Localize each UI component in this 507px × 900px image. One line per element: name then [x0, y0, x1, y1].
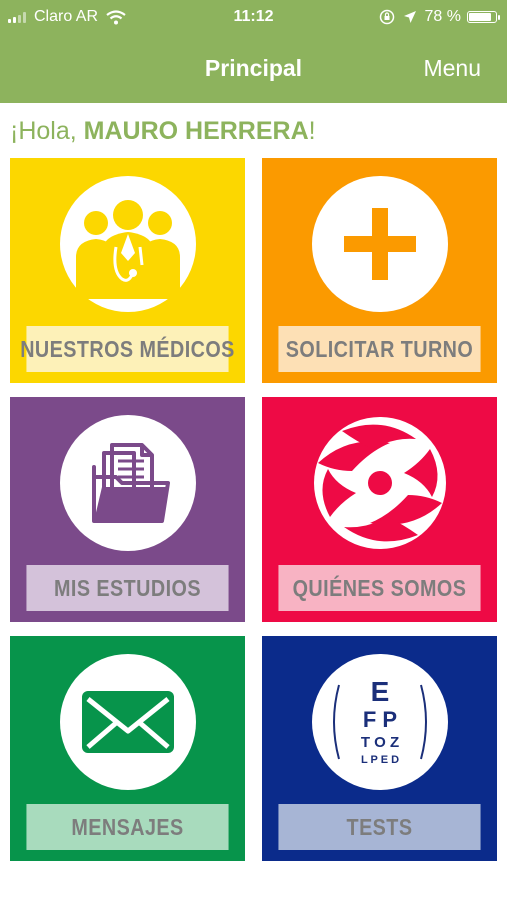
status-bar: Claro AR 11:12 78 % — [0, 0, 507, 36]
tile-label: NUESTROS MÉDICOS — [20, 326, 234, 372]
eye-chart-row-3: T O Z — [360, 734, 398, 751]
greeting-suffix: ! — [308, 117, 316, 145]
greeting-prefix: ¡Hola, — [10, 117, 84, 145]
tile-solicitar-turno[interactable]: SOLICITAR TURNO — [262, 158, 497, 383]
tile-label: MIS ESTUDIOS — [26, 565, 229, 611]
tile-icon-circle: E F P T O Z L P E D — [311, 654, 448, 790]
tile-icon-circle — [59, 415, 196, 551]
location-arrow-icon — [403, 11, 416, 23]
tile-label: QUIÉNES SOMOS — [278, 565, 481, 611]
app-header: Claro AR 11:12 78 % Principal Menu — [0, 0, 507, 103]
tile-label: MENSAJES — [26, 804, 229, 850]
eye-chart-row-1: E — [370, 676, 389, 707]
battery-level-fill — [469, 13, 491, 21]
tile-nuestros-medicos[interactable]: NUESTROS MÉDICOS — [10, 158, 245, 383]
greeting: ¡Hola, MAURO HERRERA! — [10, 117, 316, 146]
doctors-icon — [75, 200, 180, 299]
tile-label: TESTS — [278, 804, 481, 850]
eye-chart-icon: E F P T O Z L P E D — [332, 676, 427, 766]
plus-icon — [343, 208, 416, 280]
tile-mis-estudios[interactable]: MIS ESTUDIOS — [10, 397, 245, 622]
menu-button[interactable]: Menu — [423, 55, 481, 82]
tile-label: SOLICITAR TURNO — [278, 326, 481, 372]
folder-icon — [91, 443, 170, 523]
battery-icon — [467, 11, 500, 23]
eye-chart-row-4: L P E D — [360, 754, 398, 766]
status-right: 78 % — [379, 8, 500, 26]
tile-icon-circle — [59, 176, 196, 312]
tile-icon-circle — [312, 415, 448, 551]
tile-tests[interactable]: E F P T O Z L P E D TESTS — [262, 636, 497, 861]
tile-mensajes[interactable]: MENSAJES — [10, 636, 245, 861]
tile-icon-circle — [59, 654, 196, 790]
tile-icon-circle — [311, 176, 448, 312]
battery-percent: 78 % — [424, 8, 461, 25]
orientation-lock-icon — [379, 9, 394, 25]
user-name: MAURO HERRERA — [83, 117, 309, 145]
tile-quienes-somos[interactable]: QUIÉNES SOMOS — [262, 397, 497, 622]
envelope-icon — [81, 691, 174, 753]
eye-chart-row-2: F P — [362, 707, 396, 732]
swirl-logo-icon — [313, 417, 446, 549]
